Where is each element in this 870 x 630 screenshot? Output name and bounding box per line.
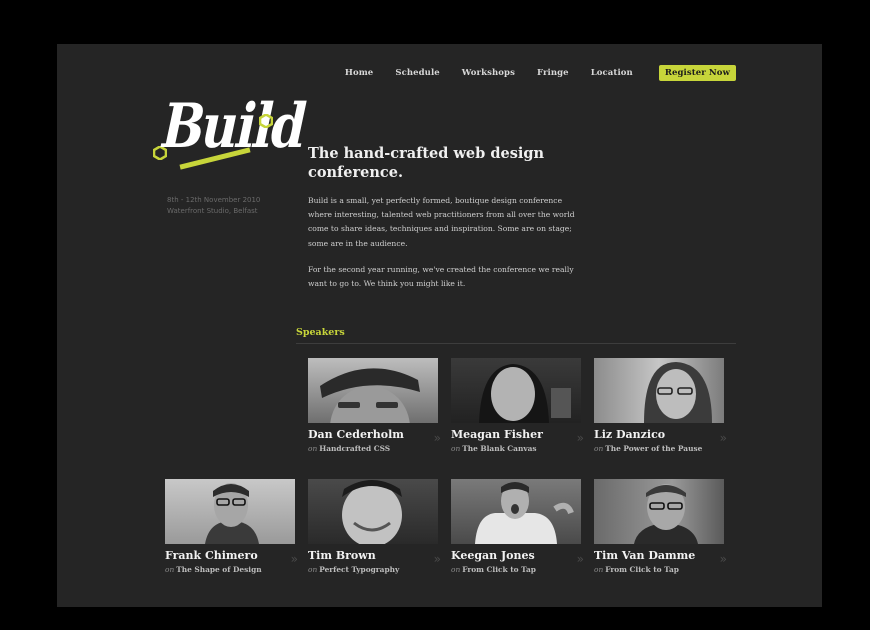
speaker-talk: on Handcrafted CSS <box>308 444 390 453</box>
page: Home Schedule Workshops Fringe Location … <box>57 44 822 607</box>
speaker-card[interactable]: Tim Van Damme on From Click to Tap » <box>594 479 728 587</box>
speaker-photo <box>594 479 724 544</box>
on-prefix: on <box>594 565 604 574</box>
page-title: The hand-crafted web design conference. <box>308 145 545 181</box>
double-chevron-right-icon[interactable]: » <box>434 431 442 445</box>
event-venue: Waterfront Studio, Belfast <box>167 207 258 215</box>
speaker-name: Meagan Fisher <box>451 428 543 441</box>
double-chevron-right-icon[interactable]: » <box>291 552 299 566</box>
nav-schedule[interactable]: Schedule <box>395 68 439 78</box>
speaker-talk: on From Click to Tap <box>451 565 536 574</box>
double-chevron-right-icon[interactable]: » <box>720 431 728 445</box>
on-prefix: on <box>165 565 175 574</box>
event-dates: 8th - 12th November 2010 <box>167 196 261 204</box>
double-chevron-right-icon[interactable]: » <box>577 431 585 445</box>
talk-title: Perfect Typography <box>319 565 400 574</box>
logo-wordmark: Build <box>154 89 312 162</box>
speaker-photo <box>594 358 724 423</box>
speaker-talk: on Perfect Typography <box>308 565 399 574</box>
speaker-photo <box>451 479 581 544</box>
speaker-name: Tim Brown <box>308 549 376 562</box>
speaker-card[interactable]: Meagan Fisher on The Blank Canvas » <box>451 358 585 466</box>
main-nav: Home Schedule Workshops Fringe Location … <box>323 65 736 81</box>
nav-home[interactable]: Home <box>345 68 374 78</box>
on-prefix: on <box>451 565 461 574</box>
speaker-card[interactable]: Tim Brown on Perfect Typography » <box>308 479 442 587</box>
event-info: 8th - 12th November 2010 Waterfront Stud… <box>167 195 260 217</box>
on-prefix: on <box>451 444 461 453</box>
talk-title: From Click to Tap <box>462 565 536 574</box>
on-prefix: on <box>594 444 604 453</box>
speaker-talk: on The Blank Canvas <box>451 444 537 453</box>
double-chevron-right-icon[interactable]: » <box>434 552 442 566</box>
speaker-card[interactable]: Frank Chimero on The Shape of Design » <box>165 479 299 587</box>
on-prefix: on <box>308 444 318 453</box>
screenshot-frame: Home Schedule Workshops Fringe Location … <box>0 0 870 630</box>
speaker-talk: on The Power of the Pause <box>594 444 702 453</box>
speaker-card[interactable]: Keegan Jones on From Click to Tap » <box>451 479 585 587</box>
speaker-photo <box>165 479 295 544</box>
speaker-name: Tim Van Damme <box>594 549 696 562</box>
speaker-name: Frank Chimero <box>165 549 258 562</box>
intro-section: The hand-crafted web design conference. … <box>308 144 578 291</box>
nav-fringe[interactable]: Fringe <box>537 68 569 78</box>
nav-location[interactable]: Location <box>591 68 633 78</box>
talk-title: From Click to Tap <box>605 565 679 574</box>
speaker-talk: on From Click to Tap <box>594 565 679 574</box>
build-logo[interactable]: Build <box>153 90 312 186</box>
on-prefix: on <box>308 565 318 574</box>
intro-paragraph-2: For the second year running, we've creat… <box>308 264 574 289</box>
double-chevron-right-icon[interactable]: » <box>720 552 728 566</box>
speaker-photo <box>308 479 438 544</box>
hexagon-right-icon <box>259 114 273 128</box>
speaker-talk: on The Shape of Design <box>165 565 262 574</box>
talk-title: The Shape of Design <box>176 565 262 574</box>
double-chevron-right-icon[interactable]: » <box>577 552 585 566</box>
speaker-name: Dan Cederholm <box>308 428 404 441</box>
speakers-divider <box>296 343 736 344</box>
nav-workshops[interactable]: Workshops <box>462 68 515 78</box>
register-now-button[interactable]: Register Now <box>658 65 736 81</box>
talk-title: The Power of the Pause <box>605 444 703 453</box>
speaker-card[interactable]: Dan Cederholm on Handcrafted CSS » <box>308 358 442 466</box>
talk-title: The Blank Canvas <box>462 444 537 453</box>
speaker-name: Liz Danzico <box>594 428 666 441</box>
speaker-photo <box>308 358 438 423</box>
speaker-photo <box>451 358 581 423</box>
talk-title: Handcrafted CSS <box>319 444 391 453</box>
speaker-name: Keegan Jones <box>451 549 535 562</box>
speakers-heading: Speakers <box>296 327 345 338</box>
intro-paragraph-1: Build is a small, yet perfectly formed, … <box>308 196 575 248</box>
speaker-card[interactable]: Liz Danzico on The Power of the Pause » <box>594 358 728 466</box>
